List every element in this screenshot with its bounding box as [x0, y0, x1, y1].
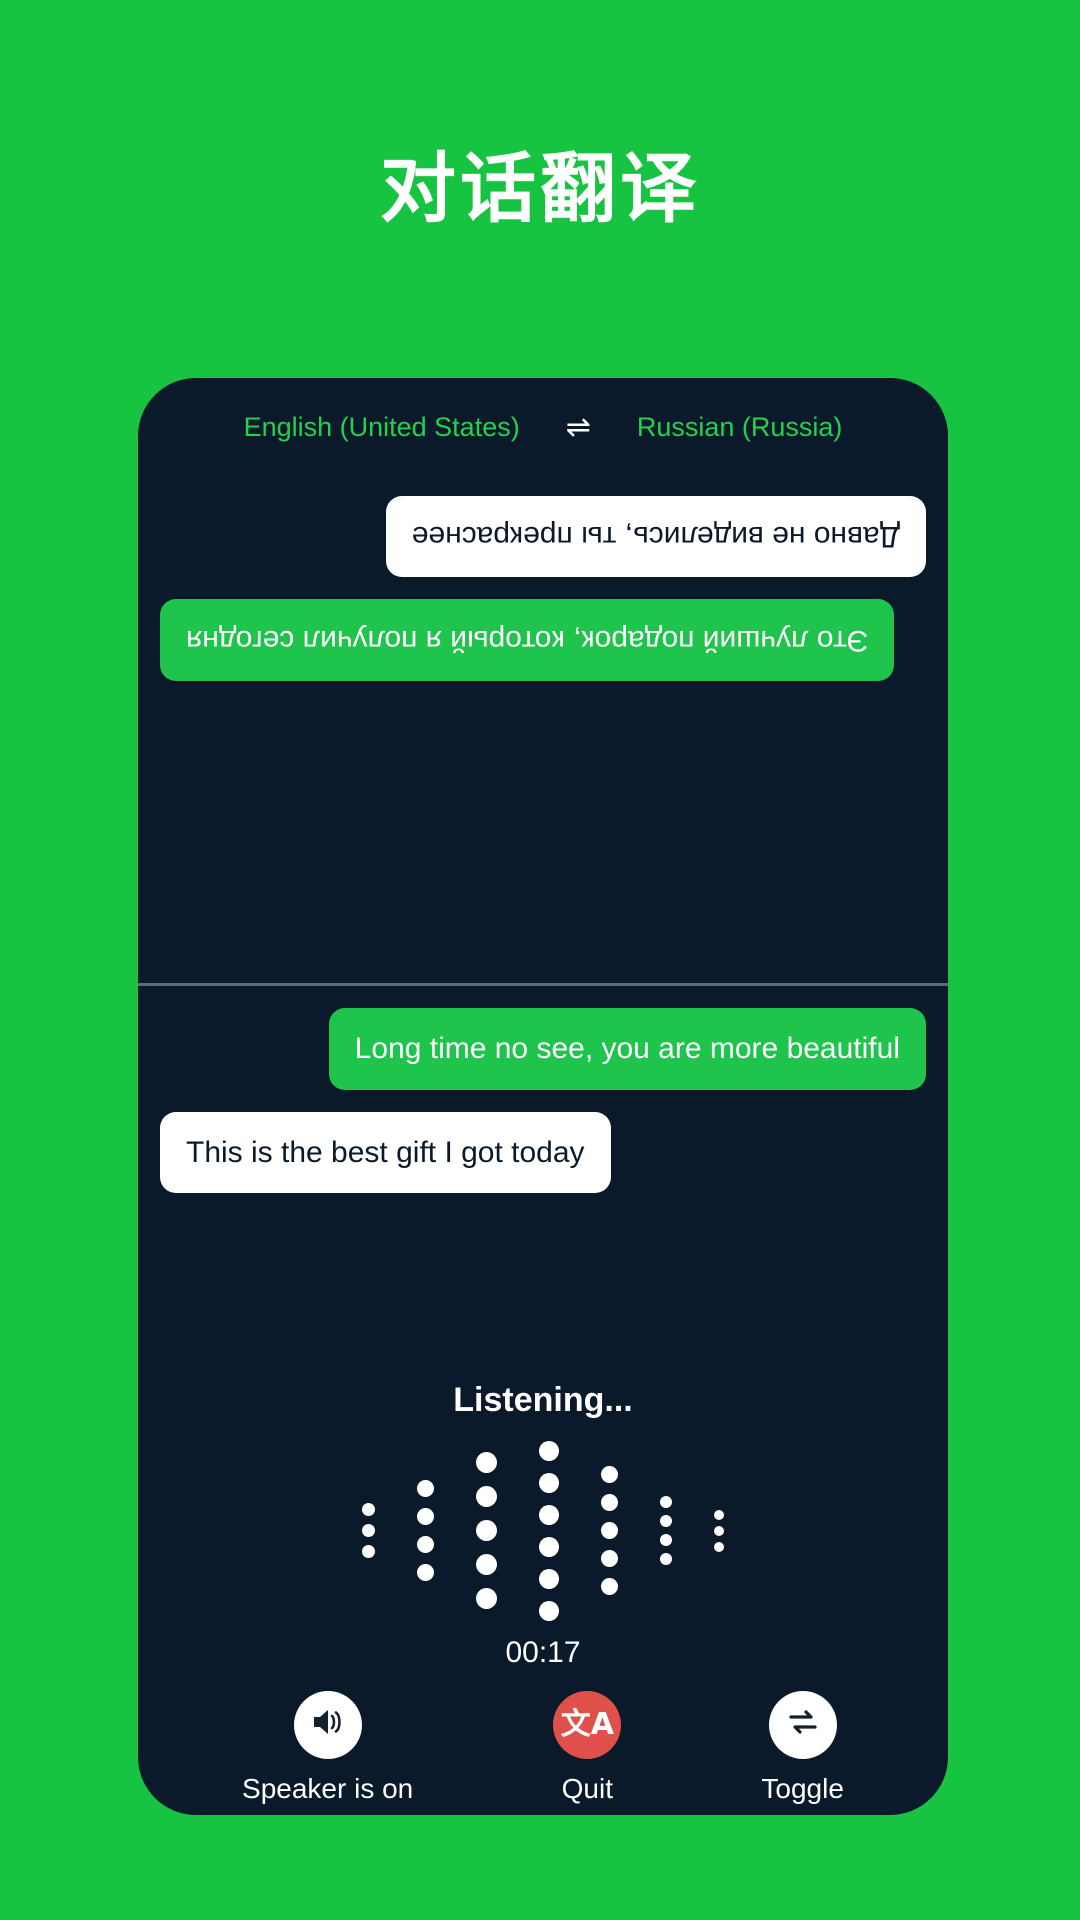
waveform-dot: [714, 1541, 724, 1552]
translate-icon: 文A: [560, 1707, 614, 1742]
waveform-dot: [476, 1486, 497, 1507]
speaker-on-icon: [310, 1706, 346, 1744]
waveform-dot: [539, 1440, 559, 1461]
speaker-is-on-button[interactable]: Speaker is on: [242, 1691, 413, 1805]
message-bubble[interactable]: Это лучший подарок, который я получил се…: [160, 599, 895, 681]
waveform-column: [660, 1496, 672, 1565]
swap-arrows-icon-circle[interactable]: [768, 1691, 837, 1759]
translate-icon-circle[interactable]: 文A: [553, 1691, 622, 1759]
listening-status: Listening...: [453, 1381, 633, 1419]
recording-timer: 00:17: [505, 1636, 581, 1669]
pane-divider: [138, 983, 948, 986]
waveform-dot: [660, 1553, 672, 1565]
remote-message-list: Это лучший подарок, который я получил се…: [160, 496, 926, 681]
control-label: Quit: [561, 1773, 613, 1804]
waveform-column: [539, 1440, 559, 1621]
waveform-dot: [601, 1578, 618, 1595]
waveform-column: [714, 1509, 724, 1552]
waveform-dot: [476, 1554, 497, 1575]
local-conversation-pane: Long time no see, you are more beautiful…: [138, 990, 948, 1420]
target-language-selector[interactable]: Russian (Russia): [637, 412, 843, 443]
waveform-dot: [476, 1520, 497, 1541]
waveform-dot: [539, 1568, 559, 1589]
waveform-dot: [362, 1503, 375, 1516]
message-row: Это лучший подарок, который я получил се…: [160, 599, 926, 681]
control-bar: Speaker is on 文A Quit Toggle: [138, 1691, 948, 1805]
waveform-dot: [362, 1545, 375, 1558]
message-bubble[interactable]: Long time no see, you are more beautiful: [328, 1008, 926, 1090]
waveform-dot: [660, 1534, 672, 1546]
swap-arrows-icon: [786, 1707, 820, 1743]
waveform-dot: [417, 1536, 434, 1553]
language-bar: English (United States) ⇌ Russian (Russi…: [138, 412, 948, 443]
waveform-dot: [539, 1504, 559, 1525]
audio-waveform: [138, 1428, 948, 1633]
waveform-dot: [476, 1588, 497, 1609]
waveform-dot: [601, 1494, 618, 1511]
control-label: Speaker is on: [242, 1773, 414, 1804]
local-message-list: Long time no see, you are more beautiful…: [160, 1008, 926, 1193]
source-language-selector[interactable]: English (United States): [244, 412, 520, 443]
waveform-dot: [417, 1564, 434, 1581]
waveform-column: [476, 1452, 497, 1609]
swap-horizontal-icon[interactable]: ⇌: [566, 412, 591, 443]
message-bubble[interactable]: This is the best gift I got today: [160, 1111, 611, 1193]
message-row: This is the best gift I got today: [160, 1111, 926, 1193]
waveform-dot: [417, 1480, 434, 1497]
remote-conversation-pane: Это лучший подарок, который я получил се…: [138, 478, 948, 984]
waveform-dot: [660, 1515, 672, 1527]
waveform-dot: [539, 1600, 559, 1621]
message-bubble[interactable]: Давно не виделись, ты прекраснее: [385, 496, 926, 578]
speaker-on-icon-circle[interactable]: [293, 1691, 362, 1759]
message-row: Давно не виделись, ты прекраснее: [160, 496, 926, 578]
waveform-dot: [601, 1550, 618, 1567]
waveform-dot: [660, 1496, 672, 1508]
page-title: 对话翻译: [380, 143, 700, 233]
waveform-dot: [417, 1508, 434, 1525]
waveform-dot: [539, 1536, 559, 1557]
waveform-dot: [601, 1522, 618, 1539]
control-label: Toggle: [761, 1773, 844, 1804]
quit-button[interactable]: 文A Quit: [553, 1691, 622, 1805]
waveform-dot: [476, 1452, 497, 1473]
waveform-column: [417, 1480, 434, 1581]
toggle-button[interactable]: Toggle: [761, 1691, 844, 1805]
waveform-column: [362, 1503, 375, 1558]
message-row: Long time no see, you are more beautiful: [160, 1008, 926, 1090]
waveform-dot: [362, 1524, 375, 1537]
waveform-dot: [601, 1466, 618, 1483]
waveform-column: [601, 1466, 618, 1595]
waveform-dot: [714, 1509, 724, 1520]
waveform-dot: [539, 1472, 559, 1493]
waveform-dot: [714, 1525, 724, 1536]
translation-card: English (United States) ⇌ Russian (Russi…: [138, 378, 948, 1815]
